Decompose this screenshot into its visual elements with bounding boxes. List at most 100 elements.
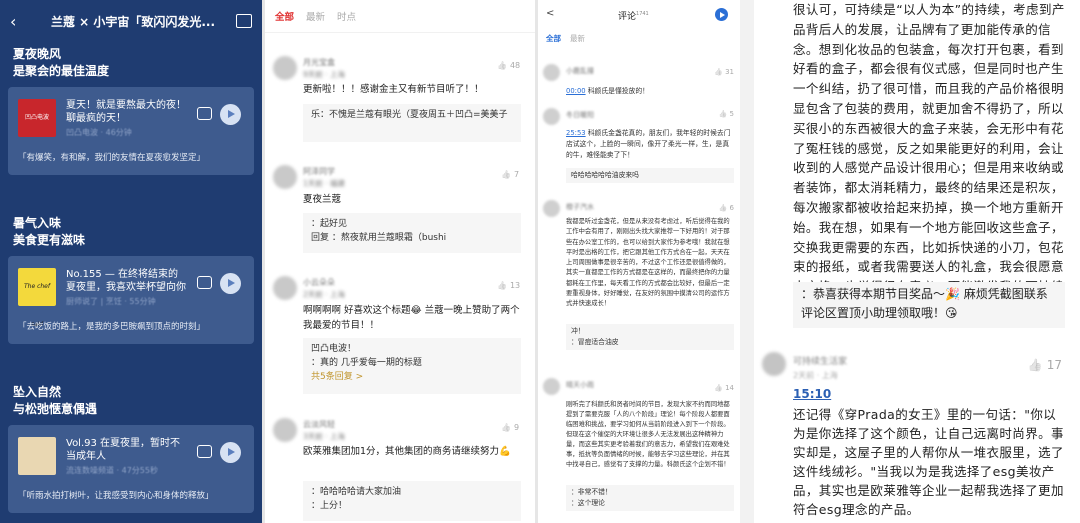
timestamp-link[interactable]: 15:10 [793, 387, 831, 401]
comment-author[interactable]: 阿泽同学 [303, 166, 335, 177]
like-count[interactable]: 5 [719, 110, 734, 118]
tab-latest[interactable]: 最新 [306, 9, 325, 23]
reply-line: ：哈哈哈哈请大家加油 [311, 487, 402, 497]
reply-line: ：这个理论 [571, 499, 605, 507]
tab-timepoint[interactable]: 时点 [337, 9, 356, 23]
avatar[interactable] [762, 352, 786, 376]
reply-line: ：上分！ [311, 501, 348, 511]
comment-text: 啊啊啊啊 好喜欢这个标题😂 兰蔻一晚上赞助了两个我最爱的节目！！ [303, 305, 520, 331]
avatar[interactable] [273, 56, 297, 80]
comment-text: 夏夜兰蔻 [303, 194, 342, 205]
like-count[interactable]: 13 [497, 281, 520, 290]
avatar[interactable] [543, 378, 560, 395]
reply-box[interactable]: 凹凸电波！ ：真的 几乎爱每一期的标题 共5条回复 > [303, 338, 521, 394]
long-comment-panel: 很认可，可持续是“以人为本”的持续，考虑到产品背后人的发展，让品牌有了更加能传承… [754, 0, 1080, 523]
reply-line: 冲！ [571, 327, 585, 335]
avatar[interactable] [543, 108, 560, 125]
reply-box[interactable]: 哈哈哈哈哈哈油皮来吗 [566, 168, 734, 183]
avatar[interactable] [273, 418, 297, 442]
avatar[interactable] [543, 200, 560, 217]
title-label: 评论 [618, 12, 637, 22]
episode-title: Vol.93 在夏夜里，暂时不当成年人 [66, 438, 181, 462]
comment-text: 我都是听过金盏花，但是从来没有考虑过，听后觉得在我的工作中会有用了，刚刚出头找大… [566, 218, 730, 308]
comment-meta: 2天前 · 上海 [793, 371, 838, 380]
reply-box[interactable]: ：哈哈哈哈请大家加油 ：上分！ [303, 481, 521, 521]
episode-title: 夏天！就是要熬最大的夜！聊最疯的天！ [66, 100, 186, 124]
comment-author[interactable]: 小云朵朵 [303, 277, 335, 288]
avatar[interactable] [273, 276, 297, 300]
tab-latest[interactable]: 最新 [570, 33, 585, 44]
top-bar: ‹ 兰蔻 × 小宇宙「致闪闪发光... [0, 0, 262, 42]
like-count[interactable]: 6 [719, 204, 734, 212]
tab-all[interactable]: 全部 [546, 33, 561, 44]
reply-line: 凹凸电波！ [311, 344, 357, 354]
reply-line: ：真的 几乎爱每一期的标题 [311, 358, 422, 368]
comment-text: 很认可，可持续是“以人为本”的持续，考虑到产品背后人的发展，让品牌有了更加能传承… [793, 2, 1065, 314]
episode-card[interactable]: The chef said No.155 — 在终将结束的夏夜里，我喜欢举杯望向… [8, 256, 254, 344]
avatar[interactable] [273, 165, 297, 189]
reply-box[interactable]: ：起好见 回复 ：熬夜就用兰蔻眼霜（bushi [303, 213, 521, 253]
play-button[interactable] [220, 273, 241, 294]
comment-count: 1741 [636, 11, 649, 17]
comment-author[interactable]: 冬日暖阳 [566, 110, 594, 120]
like-count[interactable]: 48 [497, 61, 520, 70]
comment-author[interactable]: 橙子汽水 [566, 202, 594, 212]
divider [740, 0, 754, 523]
timestamp-link[interactable]: 00:00 [566, 87, 586, 95]
reply-box[interactable]: ：非常不错！ ：这个理论 [566, 485, 734, 511]
reply-box[interactable]: 乐：不愧是兰蔻有眼光（夏夜周五＋凹凸=美美子 [303, 104, 521, 142]
timestamp-link[interactable]: 25:53 [566, 129, 586, 137]
avatar[interactable] [543, 64, 560, 81]
episode-cover: 凹凸电波 [18, 99, 56, 137]
episode-card[interactable]: 凹凸电波 夏天！就是要熬最大的夜！聊最疯的天！ 凹凸电波 · 46分钟 「有爆笑… [8, 87, 254, 175]
comment-text: 欧莱雅集团加1分，其他集团的商务请继续努力💪 [303, 446, 511, 457]
episode-subtitle: 流连数噪频道 · 47分55秒 [66, 466, 158, 475]
episode-card[interactable]: Vol.93 在夏夜里，暂时不当成年人 流连数噪频道 · 47分55秒 「听雨水… [8, 425, 254, 513]
episode-comment: 「去吃饭的路上，是我的多巴胺飙到顶点的时刻」 [18, 322, 206, 332]
section-heading: 暑气入味 美食更有滋味 [13, 216, 86, 247]
reply-line: ：起好见 [311, 219, 348, 229]
share-icon[interactable] [236, 14, 252, 28]
collection-title: 兰蔻 × 小宇宙「致闪闪发光... [50, 14, 216, 29]
like-count[interactable]: 14 [714, 384, 734, 392]
comment-tabs: 全部 最新 时点 [265, 0, 535, 33]
comment-text: 刚听完了科颜氏和贤者时间的节目，发现大家不约而同地都提到了需要克服「人的八个阶段… [566, 401, 730, 468]
play-icon[interactable] [715, 8, 728, 21]
comment-author[interactable]: 可持续生活家 [793, 354, 847, 367]
back-icon[interactable]: ‹ [10, 12, 30, 31]
episode-subtitle: 厨师说了 | 烹饪 · 55分钟 [66, 297, 156, 306]
comment-author[interactable]: 晴天小雨 [566, 380, 594, 390]
comment-text: 还记得《穿Prada的女王》里的一句话："你以为是你选择了这个颜色，让自己远离时… [793, 407, 1064, 517]
back-icon[interactable]: < [546, 8, 554, 19]
more-replies-link[interactable]: 共5条回复 > [311, 370, 513, 384]
comment-text: 更新啦！！！感谢金主又有新节目听了！！ [303, 84, 484, 95]
comment-text: 00:00 科颜氏是懂投放的！ [566, 87, 649, 95]
reply-box[interactable]: 冲！ ：冒痘适合油皮 [566, 324, 734, 350]
top-bar: < 评论1741 [538, 0, 740, 32]
comment-author[interactable]: 小鹿乱撞 [566, 66, 594, 76]
like-count[interactable]: 7 [501, 170, 519, 179]
comment-meta: 9天前 · 上海 [303, 70, 345, 79]
episode-title: No.155 — 在终将结束的夏夜里，我喜欢举杯望向你 [66, 269, 186, 293]
episode-subtitle: 凹凸电波 · 46分钟 [66, 128, 132, 137]
comments-title: 评论1741 [618, 9, 649, 22]
comment-author[interactable]: 云淡风轻 [303, 419, 335, 430]
like-count[interactable]: 9 [501, 423, 519, 432]
like-count[interactable]: 31 [714, 68, 734, 76]
reply-line: ：非常不错！ [571, 488, 612, 496]
comment-icon[interactable] [197, 107, 212, 120]
tab-all[interactable]: 全部 [275, 9, 294, 23]
podcast-collection-panel: ‹ 兰蔻 × 小宇宙「致闪闪发光... 夏夜晚风 是聚会的最佳温度 凹凸电波 夏… [0, 0, 262, 523]
play-button[interactable] [220, 442, 241, 463]
comment-author[interactable]: 月光宝盒 [303, 57, 335, 68]
small-comments-panel: < 评论1741 全部 最新 小鹿乱撞 31 00:00 科颜氏是懂投放的！ 冬… [538, 0, 740, 523]
episode-cover: The chef said [18, 268, 56, 328]
episode-cover [18, 437, 56, 475]
award-reply-box[interactable]: ：恭喜获得本期节目奖品～🎉 麻烦凭截图联系评论区置顶小助理领取哦！😘 [793, 282, 1065, 328]
comment-icon[interactable] [197, 445, 212, 458]
play-button[interactable] [220, 104, 241, 125]
comment-icon[interactable] [197, 276, 212, 289]
like-count[interactable]: 17 [1028, 358, 1062, 372]
comment-meta: 3天前 · 上海 [303, 432, 345, 441]
reply-line: ：冒痘适合油皮 [571, 338, 619, 346]
